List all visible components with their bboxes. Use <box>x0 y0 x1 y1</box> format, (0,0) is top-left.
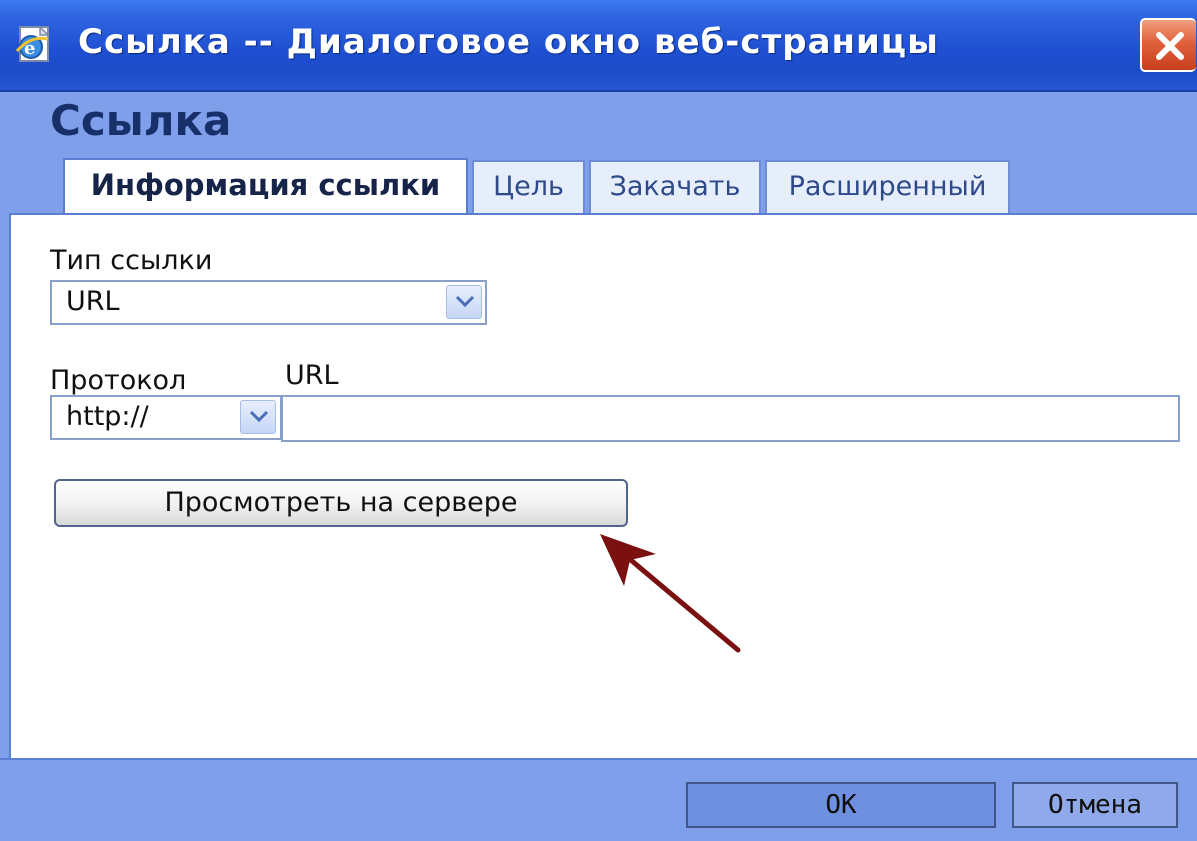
url-input[interactable] <box>281 395 1180 442</box>
dialog-window: e Ссылка -- Диалоговое окно веб-страницы… <box>0 0 1197 841</box>
ok-button[interactable]: OK <box>686 782 996 828</box>
link-type-label: Тип ссылки <box>50 245 213 276</box>
link-type-value: URL <box>66 286 120 317</box>
title-bar[interactable]: e Ссылка -- Диалоговое окно веб-страницы <box>0 0 1197 92</box>
tab-link-info[interactable]: Информация ссылки <box>63 158 468 215</box>
annotation-arrow-icon <box>600 534 741 653</box>
tab-target[interactable]: Цель <box>472 160 585 213</box>
tab-content-panel: Тип ссылки URL Протокол URL http:// Прос… <box>9 213 1197 758</box>
tab-advanced[interactable]: Расширенный <box>765 160 1010 213</box>
protocol-value: http:// <box>66 401 149 432</box>
dialog-heading: Ссылка <box>50 96 232 145</box>
chevron-down-icon[interactable] <box>240 400 276 434</box>
protocol-select[interactable]: http:// <box>50 395 282 440</box>
close-button[interactable] <box>1140 18 1196 72</box>
link-type-select[interactable]: URL <box>50 280 487 325</box>
url-label: URL <box>285 360 339 391</box>
cancel-button[interactable]: Отмена <box>1012 782 1178 828</box>
chevron-down-icon[interactable] <box>446 285 482 319</box>
browse-server-button[interactable]: Просмотреть на сервере <box>54 479 628 527</box>
window-title: Ссылка -- Диалоговое окно веб-страницы <box>78 22 939 62</box>
dialog-footer: OK Отмена <box>0 758 1197 841</box>
protocol-label: Протокол <box>50 365 187 396</box>
ie-page-icon: e <box>14 25 58 65</box>
tab-upload[interactable]: Закачать <box>589 160 761 213</box>
